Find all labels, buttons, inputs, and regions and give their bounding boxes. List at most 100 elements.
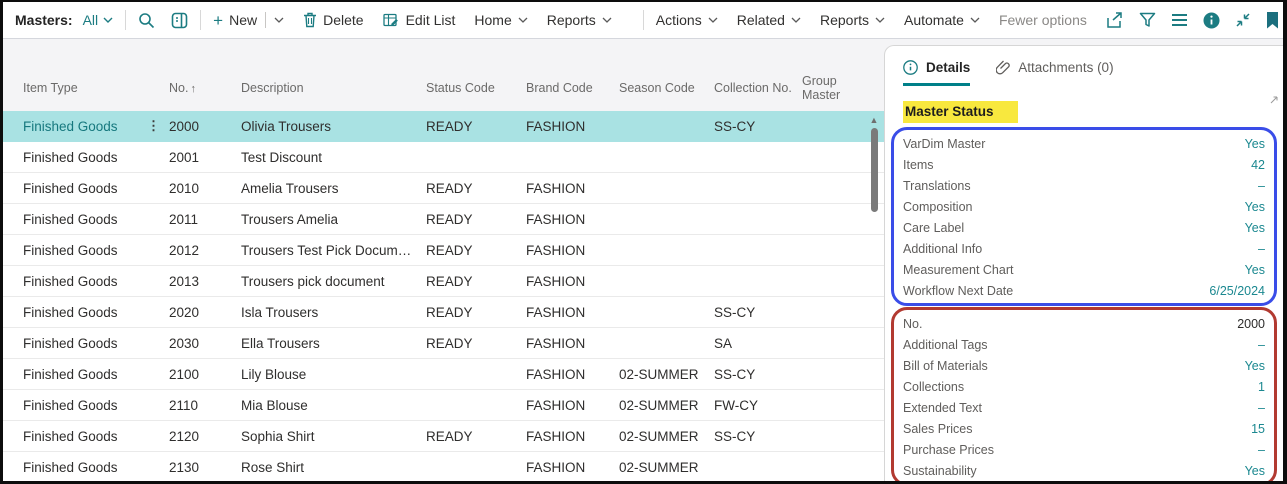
chevron-down-icon: [103, 17, 113, 23]
table-row[interactable]: Finished Goods2001Test Discount: [3, 142, 884, 173]
field-value[interactable]: –: [1258, 242, 1265, 256]
col-header-status-code[interactable]: Status Code: [426, 81, 526, 104]
col-header-no[interactable]: No.↑: [169, 81, 241, 104]
search-icon[interactable]: [138, 12, 155, 29]
automate-menu[interactable]: Automate: [904, 12, 980, 28]
home-menu[interactable]: Home: [474, 12, 527, 28]
col-header-collection-no[interactable]: Collection No.: [714, 81, 802, 104]
vertical-scrollbar[interactable]: ▲: [869, 115, 879, 479]
table-row[interactable]: Finished Goods2013Trousers pick document…: [3, 266, 884, 297]
field-label: Translations: [903, 179, 971, 193]
field-value[interactable]: Yes: [1245, 464, 1265, 478]
cell-item-type: Finished Goods: [23, 181, 147, 196]
row-menu-icon[interactable]: ⋮: [147, 118, 169, 134]
list-view-icon[interactable]: [1171, 13, 1188, 27]
new-button[interactable]: + New: [213, 12, 284, 29]
table-row[interactable]: Finished Goods2100Lily BlouseFASHION02-S…: [3, 359, 884, 390]
cell-status-code: READY: [426, 243, 526, 258]
field-label: Sustainability: [903, 464, 977, 478]
field-label: No.: [903, 317, 922, 331]
delete-button[interactable]: Delete: [303, 12, 363, 28]
split-divider: [265, 12, 266, 28]
field-value[interactable]: –: [1258, 179, 1265, 193]
field-label: Items: [903, 158, 934, 172]
cell-description: Isla Trousers: [241, 305, 426, 320]
table-row[interactable]: Finished Goods2010Amelia TrousersREADYFA…: [3, 173, 884, 204]
cell-item-type: Finished Goods: [23, 367, 147, 382]
collapse-icon[interactable]: [1235, 12, 1251, 28]
field-value[interactable]: –: [1258, 401, 1265, 415]
factbox-field: Collections1: [903, 376, 1265, 397]
table-row[interactable]: Finished Goods2110Mia BlouseFASHION02-SU…: [3, 390, 884, 421]
group-heading-master-status[interactable]: Master Status: [903, 101, 1018, 123]
field-value[interactable]: 6/25/2024: [1209, 284, 1265, 298]
cell-description: Rose Shirt: [241, 460, 426, 475]
col-header-description[interactable]: Description: [241, 81, 426, 104]
reports-menu[interactable]: Reports: [547, 12, 612, 28]
cell-season-code: 02-SUMMER: [619, 460, 714, 475]
info-icon[interactable]: [1203, 12, 1220, 29]
cell-description: Trousers Amelia: [241, 212, 426, 227]
col-header-season-code[interactable]: Season Code: [619, 81, 714, 104]
sort-ascending-icon: ↑: [190, 83, 196, 95]
cell-brand-code: FASHION: [526, 398, 619, 413]
actions-menu[interactable]: Actions: [656, 12, 718, 28]
table-row[interactable]: Finished Goods2020Isla TrousersREADYFASH…: [3, 297, 884, 328]
field-label: Additional Info: [903, 242, 982, 256]
fewer-options-button[interactable]: Fewer options: [999, 12, 1087, 28]
scroll-up-icon[interactable]: ▲: [870, 115, 879, 125]
related-menu[interactable]: Related: [737, 12, 801, 28]
master-status-fields: VarDim MasterYesItems42Translations–Comp…: [903, 133, 1265, 301]
cell-collection-no: FW-CY: [714, 398, 802, 413]
table-row[interactable]: Finished Goods2130Rose ShirtFASHION02-SU…: [3, 452, 884, 481]
field-value[interactable]: 1: [1258, 380, 1265, 394]
table-row[interactable]: Finished Goods2012Trousers Test Pick Doc…: [3, 235, 884, 266]
field-value[interactable]: –: [1258, 443, 1265, 457]
field-value[interactable]: Yes: [1245, 200, 1265, 214]
cell-collection-no: SS-CY: [714, 119, 802, 134]
tab-attachments[interactable]: Attachments (0): [996, 60, 1113, 86]
col-header-group-master[interactable]: Group Master: [802, 74, 862, 111]
reports2-menu[interactable]: Reports: [820, 12, 885, 28]
resize-arrow-icon[interactable]: [1270, 96, 1278, 104]
field-value[interactable]: 42: [1251, 158, 1265, 172]
bookmark-icon[interactable]: [1266, 12, 1279, 29]
share-icon[interactable]: [1106, 12, 1124, 29]
table-row[interactable]: Finished Goods⋮2000Olivia TrousersREADYF…: [3, 111, 884, 142]
table-row[interactable]: Finished Goods2120Sophia ShirtREADYFASHI…: [3, 421, 884, 452]
factbox-field: Workflow Next Date6/25/2024: [903, 280, 1265, 301]
tab-details[interactable]: Details: [903, 60, 970, 86]
field-label: Additional Tags: [903, 338, 988, 352]
cell-season-code: 02-SUMMER: [619, 398, 714, 413]
factbox-tabs: Details Attachments (0): [903, 58, 1265, 86]
cell-description: Trousers Test Pick Document/I...: [241, 243, 426, 258]
analyze-icon[interactable]: [171, 12, 188, 29]
table-row[interactable]: Finished Goods2030Ella TrousersREADYFASH…: [3, 328, 884, 359]
field-value[interactable]: Yes: [1245, 263, 1265, 277]
field-value[interactable]: Yes: [1245, 137, 1265, 151]
field-value[interactable]: 15: [1251, 422, 1265, 436]
cell-brand-code: FASHION: [526, 336, 619, 351]
cell-item-type: Finished Goods: [23, 305, 147, 320]
cell-item-type: Finished Goods: [23, 150, 147, 165]
cell-item-type: Finished Goods: [23, 212, 147, 227]
field-label: Sales Prices: [903, 422, 972, 436]
factbox-field: Care LabelYes: [903, 217, 1265, 238]
col-header-brand-code[interactable]: Brand Code: [526, 81, 619, 104]
field-value[interactable]: Yes: [1245, 359, 1265, 373]
cell-no: 2011: [169, 212, 241, 227]
view-filter-dropdown[interactable]: All: [83, 12, 114, 28]
chevron-down-icon: [708, 17, 718, 23]
cell-item-type[interactable]: Finished Goods: [23, 119, 147, 134]
field-label: Bill of Materials: [903, 359, 988, 373]
filter-icon[interactable]: [1139, 12, 1156, 28]
cell-no: 2100: [169, 367, 241, 382]
table-row[interactable]: Finished Goods2011Trousers AmeliaREADYFA…: [3, 204, 884, 235]
field-value[interactable]: –: [1258, 338, 1265, 352]
field-value[interactable]: Yes: [1245, 221, 1265, 235]
annotation-yellow-highlight: Master Status: [903, 101, 1265, 123]
record-fields: No.2000Additional Tags–Bill of Materials…: [903, 313, 1265, 481]
scrollbar-thumb[interactable]: [871, 128, 878, 212]
edit-list-button[interactable]: Edit List: [383, 12, 456, 28]
col-header-item-type[interactable]: Item Type: [23, 81, 147, 104]
